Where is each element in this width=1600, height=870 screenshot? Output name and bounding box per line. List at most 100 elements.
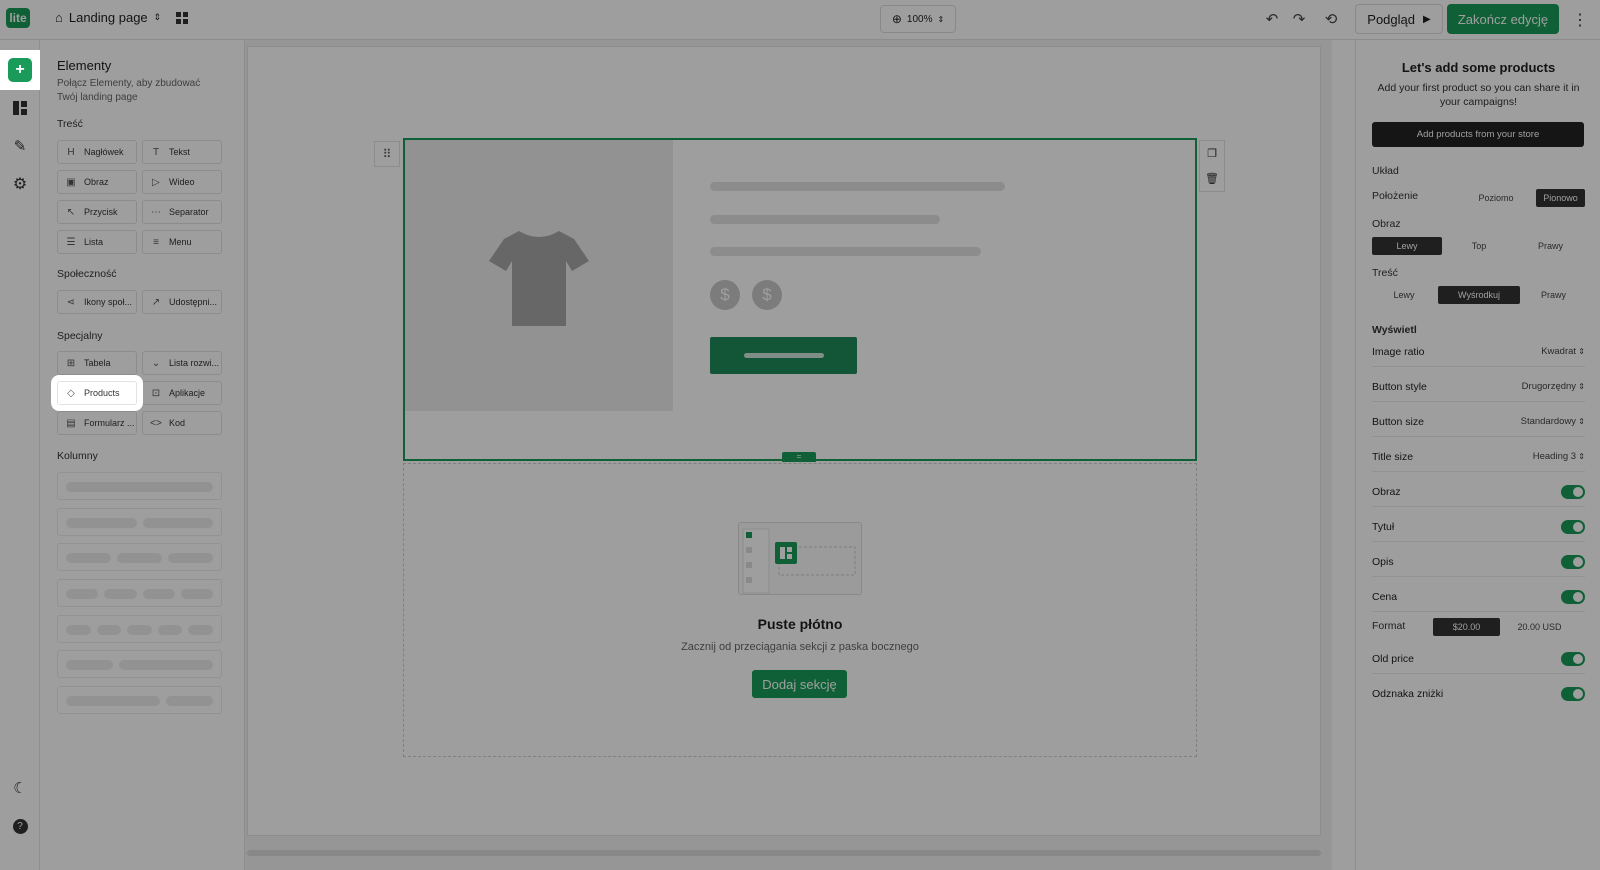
display-label: Wyświetl	[1372, 324, 1417, 336]
block-tools: ❐ 🗑	[1199, 140, 1225, 192]
toggle-row-old-price: Old price	[1372, 644, 1585, 674]
trash-icon[interactable]: 🗑	[1205, 172, 1219, 185]
description-toggle[interactable]	[1561, 554, 1585, 569]
form-icon: ▤	[66, 417, 76, 429]
element-share[interactable]: ↗ Udostępni...	[142, 290, 222, 314]
copy-icon[interactable]: ❐	[1207, 147, 1217, 160]
image-toggle[interactable]	[1561, 484, 1585, 499]
element-image[interactable]: ▣ Obraz	[57, 170, 137, 194]
button-style-select[interactable]: Button style Drugorzędny	[1372, 372, 1585, 402]
list-icon: ☰	[66, 236, 76, 248]
toggle-label: Tytuł	[1372, 520, 1395, 533]
zoom-control[interactable]: ⊕ 100% ⇕	[880, 5, 956, 33]
element-social-icons[interactable]: ⋖ Ikony społ...	[57, 290, 137, 314]
layout-label: Układ	[1372, 165, 1399, 177]
element-text[interactable]: T Tekst	[142, 140, 222, 164]
image-ratio-select[interactable]: Image ratio Kwadrat	[1372, 337, 1585, 367]
rail-styles[interactable]: ✎	[0, 126, 40, 166]
undo-icon[interactable]: ↶	[1263, 10, 1281, 28]
image-left[interactable]: Lewy	[1372, 237, 1442, 255]
element-label: Tabela	[84, 358, 111, 368]
section-social-title: Społeczność	[57, 268, 117, 280]
column-layout-4[interactable]	[57, 579, 222, 607]
element-video[interactable]: ▷ Wideo	[142, 170, 222, 194]
button-size-select[interactable]: Button size Standardowy	[1372, 407, 1585, 437]
element-apps[interactable]: ⊡ Aplikacje	[142, 381, 222, 405]
select-value: Drugorzędny	[1522, 381, 1585, 392]
toggle-label: Old price	[1372, 652, 1415, 665]
toggle-label: Odznaka zniżki	[1372, 688, 1444, 700]
content-center[interactable]: Wyśrodkuj	[1438, 286, 1520, 304]
app-logo[interactable]: lite	[6, 8, 30, 28]
content-left[interactable]: Lewy	[1372, 286, 1436, 304]
title-toggle[interactable]	[1561, 519, 1585, 534]
price-toggle[interactable]	[1561, 589, 1585, 604]
format-code[interactable]: 20.00 USD	[1506, 618, 1573, 636]
panel-subtitle: Połącz Elementy, aby zbudować Twój landi…	[57, 78, 201, 103]
column-layout-5[interactable]	[57, 615, 222, 643]
element-button[interactable]: ↖ Przycisk	[57, 200, 137, 224]
preview-button[interactable]: Podgląd ▶	[1355, 4, 1443, 34]
brush-icon: ✎	[13, 138, 27, 155]
position-vertical[interactable]: Pionowo	[1536, 189, 1585, 207]
content-right[interactable]: Prawy	[1522, 286, 1585, 304]
finish-edit-button[interactable]: Zakończ edycję	[1447, 4, 1559, 34]
desc-placeholder	[710, 247, 981, 256]
grid-icon[interactable]	[176, 11, 188, 29]
toggle-label: Cena	[1372, 590, 1398, 603]
preview-label: Podgląd	[1367, 11, 1415, 27]
element-label: Formularz ...	[84, 418, 135, 428]
resize-handle-icon[interactable]: =	[782, 452, 816, 462]
select-label: Title size	[1372, 450, 1414, 463]
product-block[interactable]: $ $	[403, 138, 1197, 461]
add-section-button[interactable]: Dodaj sekcję	[752, 670, 847, 698]
element-dropdown-list[interactable]: ⌄ Lista rozwi...	[142, 351, 222, 375]
element-code[interactable]: <> Kod	[142, 411, 222, 435]
rail-help[interactable]: ?	[0, 806, 40, 846]
redo-icon[interactable]: ↷	[1290, 10, 1308, 28]
position-horizontal[interactable]: Poziomo	[1466, 189, 1526, 207]
drag-handle-icon[interactable]: ⠿	[374, 141, 400, 167]
element-form[interactable]: ▤ Formularz ...	[57, 411, 137, 435]
history-icon[interactable]: ⟲	[1322, 10, 1340, 28]
more-icon[interactable]: ⋮	[1572, 10, 1588, 30]
format-symbol[interactable]: $20.00	[1433, 618, 1500, 636]
element-table[interactable]: ⊞ Tabela	[57, 351, 137, 375]
video-icon: ▷	[152, 176, 160, 188]
panel-title: Elementy	[57, 58, 112, 73]
add-products-button[interactable]: Add products from your store	[1372, 122, 1584, 147]
select-label: Image ratio	[1372, 345, 1425, 358]
element-products[interactable]: ◇ Products	[57, 381, 137, 405]
column-layout-2[interactable]	[57, 508, 222, 536]
section-columns-title: Kolumny	[57, 450, 98, 462]
rail-settings[interactable]: ⚙	[0, 164, 40, 204]
title-size-select[interactable]: Title size Heading 3	[1372, 442, 1585, 472]
element-separator[interactable]: ⋯ Separator	[142, 200, 222, 224]
column-layout-6[interactable]	[57, 650, 222, 678]
old-price-toggle[interactable]	[1561, 651, 1585, 666]
page-name: Landing page	[68, 10, 148, 25]
discount-badge-toggle[interactable]	[1561, 687, 1585, 701]
rail-sections[interactable]	[0, 88, 40, 128]
page-selector[interactable]: ⌂ Landing page ⇕	[55, 10, 161, 25]
column-layout-7[interactable]	[57, 686, 222, 714]
element-label: Ikony społ...	[84, 297, 133, 307]
element-heading[interactable]: H Nagłówek	[57, 140, 137, 164]
play-icon: ▶	[1423, 13, 1431, 25]
empty-canvas-title: Puste płótno	[757, 616, 843, 632]
external-link-icon: ↗	[151, 296, 161, 308]
element-label: Kod	[169, 418, 186, 428]
rail-elements[interactable]: +	[0, 50, 40, 90]
horizontal-scrollbar[interactable]	[247, 850, 1321, 856]
toggle-row-price: Cena	[1372, 582, 1585, 612]
toggle-row-description: Opis	[1372, 547, 1585, 577]
column-layout-1[interactable]	[57, 472, 222, 500]
image-right[interactable]: Prawy	[1516, 237, 1585, 255]
zoom-level: 100%	[906, 13, 933, 25]
column-layout-3[interactable]	[57, 543, 222, 571]
element-list[interactable]: ☰ Lista	[57, 230, 137, 254]
image-top[interactable]: Top	[1444, 237, 1514, 255]
rail-dark-mode[interactable]: ☾	[0, 768, 40, 808]
element-menu[interactable]: ≡ Menu	[142, 230, 222, 254]
toggle-row-discount-badge: Odznaka zniżki	[1372, 679, 1585, 709]
